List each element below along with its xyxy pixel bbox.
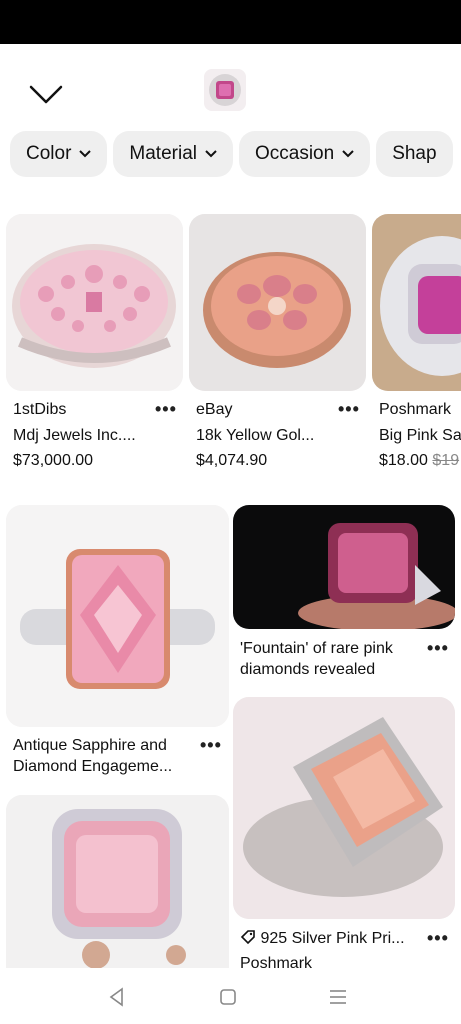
- product-image-3[interactable]: [372, 214, 461, 391]
- product-price: $18.00: [379, 452, 428, 469]
- pin-title-group: 925 Silver Pink Pri...: [240, 928, 425, 949]
- filter-label: Color: [26, 143, 72, 164]
- product-price-group: $18.00 $19: [379, 451, 461, 471]
- square-home-icon[interactable]: [217, 986, 239, 1008]
- chevron-down-icon: [79, 150, 92, 158]
- product-source: 1stDibs: [13, 401, 67, 418]
- filter-chip-material[interactable]: Material: [113, 131, 233, 177]
- filter-chip-color[interactable]: Color: [10, 131, 108, 177]
- pin-image-halo-ring[interactable]: [6, 795, 229, 975]
- pin-title: Antique Sapphire and Diamond Engageme...: [13, 737, 173, 775]
- more-options-button[interactable]: •••: [338, 399, 360, 420]
- more-options-button[interactable]: •••: [427, 638, 449, 659]
- filter-chips: Color Material Occasion Shap: [10, 131, 461, 177]
- product-source: Poshmark: [379, 401, 452, 418]
- status-bar: [0, 0, 461, 44]
- product-image-2[interactable]: [189, 214, 366, 391]
- product-source: eBay: [196, 401, 233, 418]
- filter-chip-occasion[interactable]: Occasion: [238, 131, 371, 177]
- product-title: 18k Yellow Gol...: [196, 427, 315, 444]
- filter-label: Material: [129, 143, 197, 164]
- chevron-down-icon[interactable]: [28, 82, 64, 106]
- more-options-button[interactable]: •••: [155, 399, 177, 420]
- pin-thumbnail[interactable]: [204, 69, 246, 111]
- triangle-back-icon[interactable]: [106, 986, 128, 1008]
- pin-image-fountain-diamonds[interactable]: [233, 505, 455, 629]
- pin-title: 925 Silver Pink Pri...: [260, 930, 405, 947]
- price-tag-icon: [240, 930, 255, 945]
- product-title: Big Pink Sa: [379, 427, 461, 444]
- chevron-down-icon: [342, 150, 354, 158]
- pin-image-antique-ring[interactable]: [6, 505, 229, 727]
- pin-image-silver-ring[interactable]: [233, 697, 455, 919]
- filter-label: Occasion: [254, 143, 335, 164]
- product-old-price: $19: [432, 452, 460, 469]
- chevron-down-icon: [205, 150, 217, 158]
- product-image-1[interactable]: [6, 214, 183, 391]
- product-title: Mdj Jewels Inc....: [13, 427, 136, 444]
- more-options-button[interactable]: •••: [427, 928, 449, 949]
- lines-menu-icon[interactable]: [327, 986, 349, 1008]
- product-price: $4,074.90: [196, 452, 268, 469]
- pin-title: 'Fountain' of rare pink diamonds reveale…: [240, 640, 393, 678]
- product-price: $73,000.00: [13, 452, 94, 469]
- top-bar: [0, 44, 461, 130]
- filter-chip-shape[interactable]: Shap: [376, 131, 453, 177]
- system-navigation-bar: [0, 968, 461, 1024]
- filter-label: Shap: [392, 143, 437, 164]
- more-options-button[interactable]: •••: [200, 735, 222, 756]
